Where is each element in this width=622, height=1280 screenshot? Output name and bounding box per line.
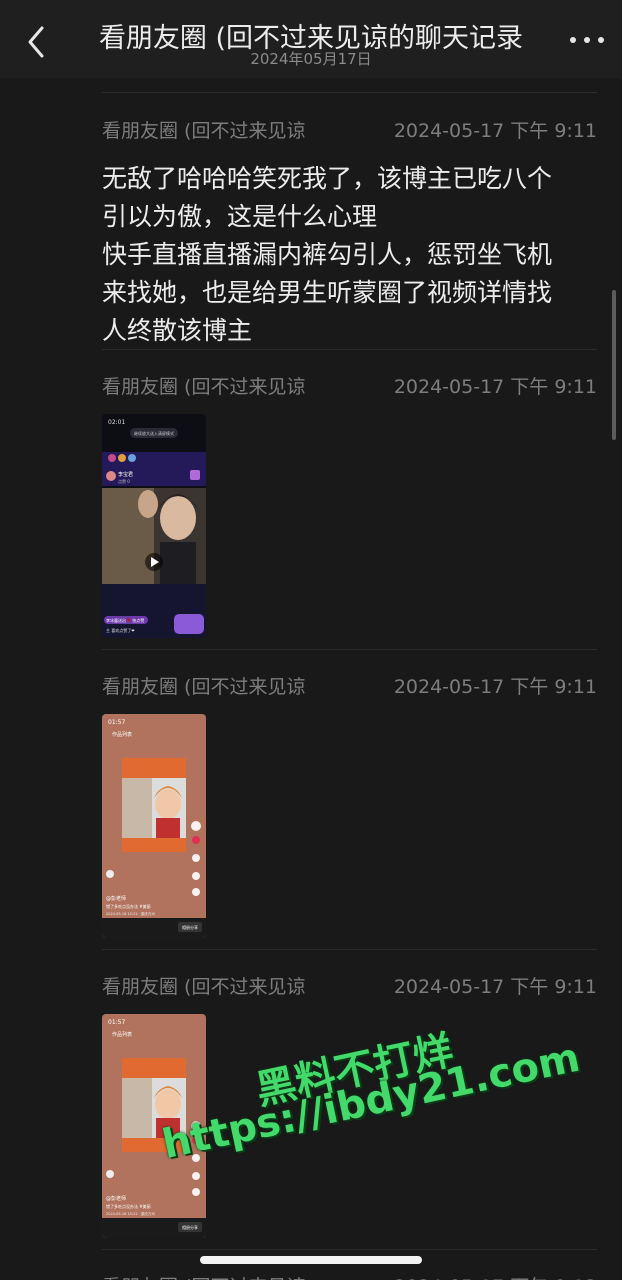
thumb-status-time: 02:01: [108, 419, 125, 426]
divider: [102, 1249, 597, 1250]
message-line: 来找她，也是给男生听蒙圈了视频详情找: [102, 278, 553, 307]
thumb-caption: 错了多吃点没办法 #美丽: [106, 903, 151, 909]
message-time: 2024-05-17 下午 9:11: [393, 120, 597, 142]
thumb-footer-text: 主 喜欢点赞了❤: [106, 627, 135, 633]
message-line: 快手直播直播漏内裤勾引人，惩罚坐飞机: [102, 240, 553, 269]
sender-name: 看朋友圈 (回不过来见谅: [102, 976, 306, 998]
sender-name: 看朋友圈 (回不过来见谅: [102, 120, 306, 142]
thumb-author: @彭老师: [106, 895, 126, 902]
message-text[interactable]: 无敌了哈哈哈笑死我了，该博主已吃八个 引以为傲，这是什么心理 快手直播直播漏内裤…: [102, 160, 597, 350]
scrollbar[interactable]: [612, 290, 616, 440]
thumb-likes: 点赞 0: [118, 478, 130, 484]
video-thumbnail[interactable]: 02:01 继续放大送入清屏模式 李宝君 点赞 0 李冰露送出🌹 快点赞 主 喜…: [102, 414, 206, 638]
divider: [102, 349, 597, 350]
message-item[interactable]: 看朋友圈 (回不过来见谅 2024-05-17 下午 9:11 02:01 继续…: [102, 372, 597, 638]
chat-record-date: 2024年05月17日: [250, 50, 372, 68]
thumb-author: @彭老师: [106, 1195, 126, 1202]
video-thumbnail[interactable]: 01:57 作品列表 @彭老师 错了多吃点没办法 #美丽 2024-05-16 …: [102, 714, 206, 938]
thumb-gift-text: 李冰露送出🌹 快点赞: [106, 617, 144, 623]
divider: [102, 649, 597, 650]
sender-name: 看朋友圈 (回不过来见谅: [102, 376, 306, 398]
message-line: 引以为傲，这是什么心理: [102, 202, 378, 231]
message-item[interactable]: 看朋友圈 (回不过来见谅 2024-05-17 下午 9:11 01:57 作品…: [102, 972, 597, 1238]
thumb-nav-title: 作品列表: [112, 731, 132, 738]
message-line: 无敌了哈哈哈笑死我了，该博主已吃八个: [102, 164, 553, 193]
thumb-caption: 错了多吃点没办法 #美丽: [106, 1203, 151, 1209]
thumb-meta: 2024-05-16 15:22 · 重庆万州: [106, 1211, 155, 1216]
thumb-status-time: 01:57: [108, 719, 125, 726]
divider: [102, 949, 597, 950]
home-indicator[interactable]: [200, 1256, 422, 1264]
message-item[interactable]: 看朋友圈 (回不过来见谅 2024-05-17 下午 9:11 无敌了哈哈哈笑死…: [102, 116, 597, 350]
thumb-share-button: 相册分享: [182, 1224, 198, 1230]
top-bar: 看朋友圈 (回不过来见谅的聊天记录 2024年05月17日: [0, 0, 622, 78]
thumb-banner: 继续放大送入清屏模式: [134, 430, 174, 436]
thumb-meta: 2024-05-16 15:22 · 重庆万州: [106, 911, 155, 916]
thumb-status-time: 01:57: [108, 1019, 125, 1026]
sender-name: 看朋友圈 (回不过来见谅: [102, 676, 306, 698]
message-time: 2024-05-17 下午 9:11: [393, 676, 597, 698]
divider: [102, 92, 597, 93]
message-item[interactable]: 看朋友圈 (回不过来见谅 2024-05-17 下午 9:12: [102, 1272, 597, 1280]
sender-name: 看朋友圈 (回不过来见谅: [102, 1272, 305, 1280]
message-time: 2024-05-17 下午 9:11: [393, 976, 597, 998]
more-options-icon[interactable]: [570, 28, 604, 52]
thumb-streamer-name: 李宝君: [118, 471, 133, 478]
thumb-share-button: 相册分享: [182, 924, 198, 930]
message-line: 人终散该博主: [102, 316, 253, 345]
message-time: 2024-05-17 下午 9:11: [393, 376, 597, 398]
message-time: 2024-05-17 下午 9:12: [394, 1272, 597, 1280]
thumb-nav-title: 作品列表: [112, 1031, 132, 1038]
message-item[interactable]: 看朋友圈 (回不过来见谅 2024-05-17 下午 9:11 01:57 作品…: [102, 672, 597, 938]
